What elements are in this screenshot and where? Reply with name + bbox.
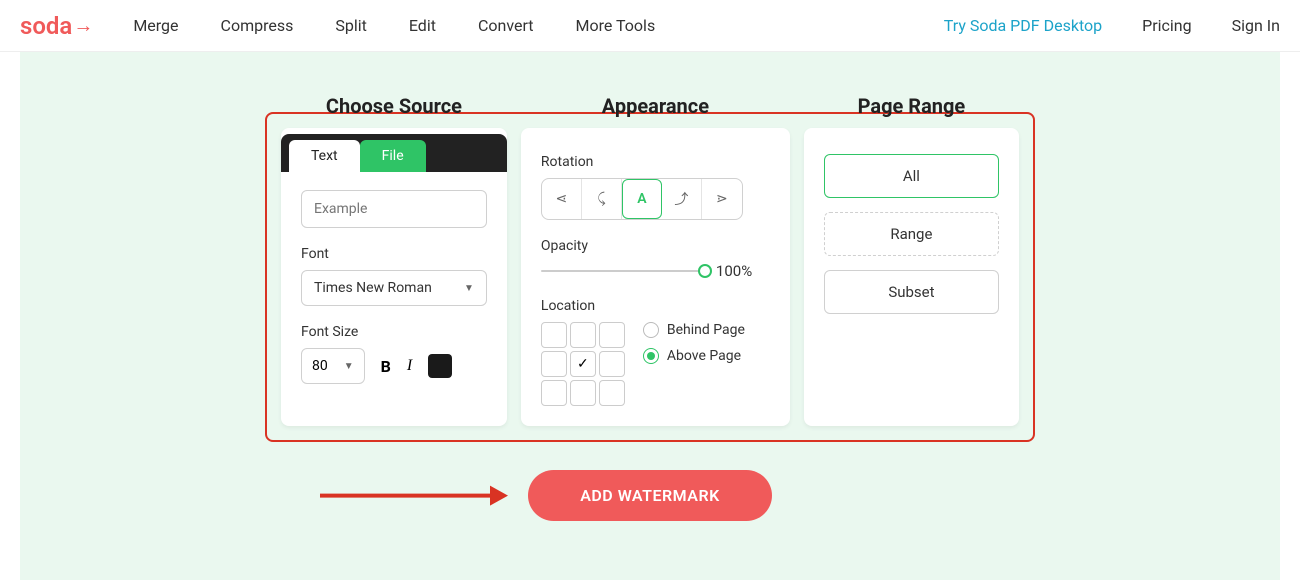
cta-row: ADD WATERMARK [20, 470, 1280, 521]
loc-cell-5[interactable] [599, 351, 625, 377]
chevron-down-icon: ▼ [344, 361, 354, 372]
location-grid: ✓ [541, 322, 625, 406]
radio-above-page[interactable]: Above Page [643, 348, 745, 364]
tab-file[interactable]: File [360, 140, 426, 172]
bold-button[interactable]: B [381, 357, 391, 376]
opacity-label: Opacity [541, 238, 770, 254]
italic-button[interactable]: I [407, 357, 412, 375]
opacity-slider-wrap: 100% [541, 262, 770, 280]
arrow-line-icon [320, 494, 490, 498]
font-select[interactable]: Times New Roman ▼ [301, 270, 487, 306]
nav-try-desktop[interactable]: Try Soda PDF Desktop [944, 16, 1102, 35]
nav-pricing[interactable]: Pricing [1142, 16, 1192, 35]
fontsize-row: 80 ▼ B I [301, 348, 487, 384]
range-body: All Range Subset [804, 134, 1019, 334]
loc-cell-8[interactable] [599, 380, 625, 406]
radio-behind-label: Behind Page [667, 322, 745, 338]
slider-thumb[interactable] [698, 264, 712, 278]
nav-compress[interactable]: Compress [221, 16, 294, 35]
location-label: Location [541, 298, 770, 314]
rotation-none[interactable]: A [622, 179, 662, 219]
nav-convert[interactable]: Convert [478, 16, 534, 35]
watermark-text-input[interactable] [301, 190, 487, 228]
panel-page-range: Page Range All Range Subset [804, 128, 1019, 426]
location-row: ✓ Behind Page Above Page [541, 322, 770, 406]
loc-cell-0[interactable] [541, 322, 567, 348]
nav-signin[interactable]: Sign In [1232, 16, 1280, 35]
source-tabs: Text File [281, 134, 507, 172]
opacity-slider[interactable] [541, 270, 706, 272]
arrow-right-icon: → [73, 13, 93, 38]
fontsize-value: 80 [312, 358, 328, 374]
rotation-left-icon[interactable]: ⋖ [542, 179, 582, 219]
loc-cell-1[interactable] [570, 322, 596, 348]
loc-cell-7[interactable] [570, 380, 596, 406]
panel-appearance: Appearance Rotation ⋖ ⤹ A ⤴ ⋗ Opacity 10… [521, 128, 790, 426]
tab-text[interactable]: Text [289, 140, 360, 172]
color-picker[interactable] [428, 354, 452, 378]
chevron-down-icon: ▼ [464, 283, 474, 294]
source-body: Font Times New Roman ▼ Font Size 80 ▼ B … [281, 172, 507, 402]
rotation-right-icon[interactable]: ⋗ [702, 179, 742, 219]
fontsize-label: Font Size [301, 324, 487, 340]
loc-cell-2[interactable] [599, 322, 625, 348]
nav-merge[interactable]: Merge [133, 16, 178, 35]
page-content: Choose Source Text File Font Times New R… [20, 52, 1280, 580]
panel-title-source: Choose Source [281, 94, 507, 126]
arrow-head-icon [490, 486, 508, 506]
rotation-down-left-icon[interactable]: ⤹ [582, 179, 622, 219]
top-nav: soda→ Merge Compress Split Edit Convert … [0, 0, 1300, 52]
rotation-up-right-icon[interactable]: ⤴ [662, 179, 702, 219]
rotation-label: Rotation [541, 154, 770, 170]
nav-items: Merge Compress Split Edit Convert More T… [133, 16, 655, 35]
annotation-arrow [320, 485, 508, 506]
panels-container: Choose Source Text File Font Times New R… [265, 112, 1035, 442]
panel-choose-source: Choose Source Text File Font Times New R… [281, 128, 507, 426]
nav-more-tools[interactable]: More Tools [576, 16, 656, 35]
radio-icon [643, 322, 659, 338]
brand-text: soda [20, 12, 72, 40]
font-value: Times New Roman [314, 280, 432, 296]
loc-cell-6[interactable] [541, 380, 567, 406]
nav-right: Try Soda PDF Desktop Pricing Sign In [944, 16, 1280, 35]
nav-split[interactable]: Split [335, 16, 367, 35]
fontsize-select[interactable]: 80 ▼ [301, 348, 365, 384]
appearance-body: Rotation ⋖ ⤹ A ⤴ ⋗ Opacity 100% Location [521, 134, 790, 426]
loc-cell-3[interactable] [541, 351, 567, 377]
range-range[interactable]: Range [824, 212, 999, 256]
panel-title-appearance: Appearance [521, 94, 790, 126]
location-layer-radios: Behind Page Above Page [643, 322, 745, 406]
font-label: Font [301, 246, 487, 262]
opacity-value: 100% [716, 262, 752, 280]
radio-icon [643, 348, 659, 364]
range-subset[interactable]: Subset [824, 270, 999, 314]
radio-above-label: Above Page [667, 348, 741, 364]
nav-edit[interactable]: Edit [409, 16, 436, 35]
loc-cell-4[interactable]: ✓ [570, 351, 596, 377]
rotation-options: ⋖ ⤹ A ⤴ ⋗ [541, 178, 743, 220]
radio-behind-page[interactable]: Behind Page [643, 322, 745, 338]
range-all[interactable]: All [824, 154, 999, 198]
brand-logo[interactable]: soda→ [20, 12, 93, 40]
add-watermark-button[interactable]: ADD WATERMARK [528, 470, 772, 521]
panel-title-range: Page Range [804, 94, 1019, 126]
